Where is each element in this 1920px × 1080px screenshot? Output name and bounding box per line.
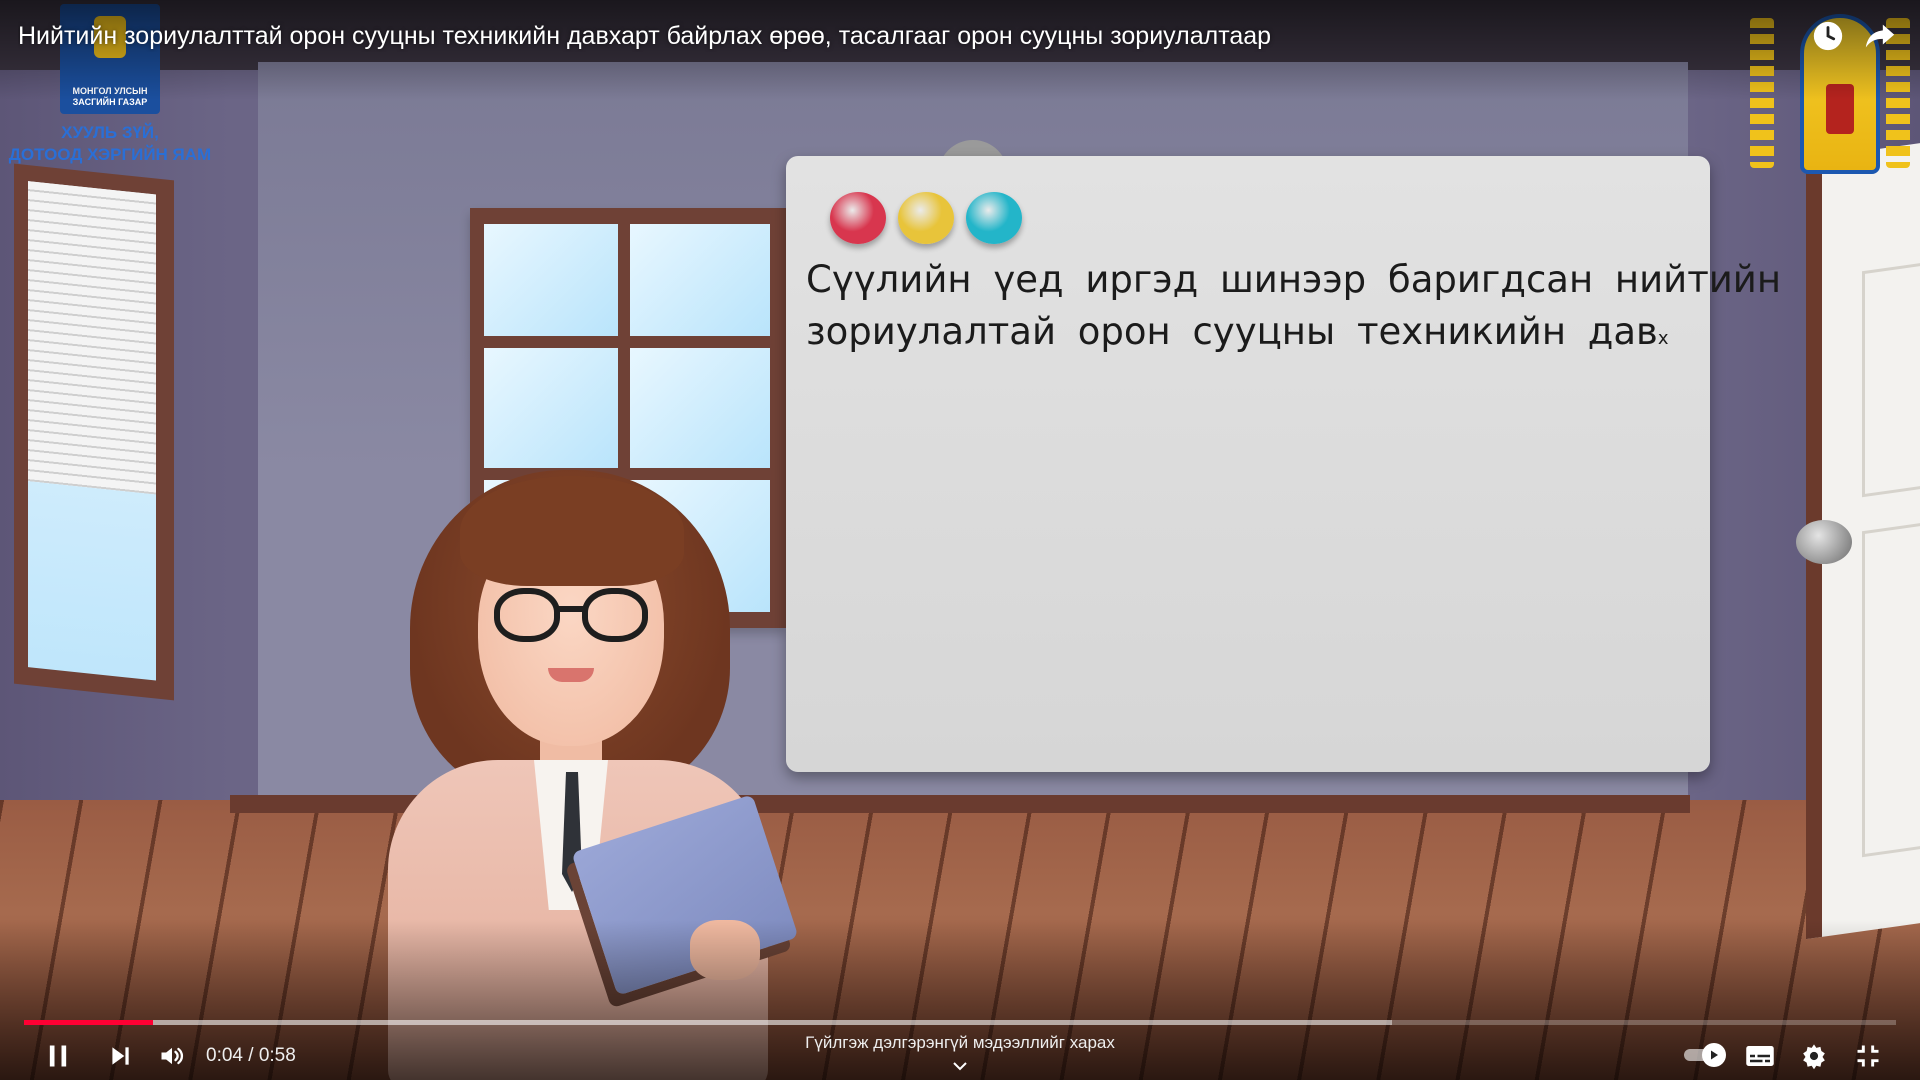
duration: 0:58 — [258, 1045, 296, 1066]
ministry-label-line-1: ХУУЛЬ ЗҮЙ, — [61, 123, 159, 142]
progress-played — [24, 1020, 154, 1025]
pin-cyan — [966, 192, 1022, 244]
video-player[interactable]: Сүүлийн үед иргэд шинээр баригдсан нийти… — [0, 0, 1920, 1080]
gear-icon — [1803, 1044, 1825, 1070]
time-separator: / — [248, 1045, 254, 1066]
door-knob — [1796, 520, 1852, 564]
next-button[interactable] — [100, 1036, 140, 1076]
typing-mark: х — [1657, 328, 1669, 349]
progress-bar[interactable] — [24, 1020, 1896, 1025]
chevron-down-icon — [953, 1062, 967, 1071]
subtitles-button[interactable] — [1740, 1036, 1780, 1076]
window-blinds — [28, 181, 156, 495]
character-bangs — [460, 476, 684, 586]
subtitles-icon — [1746, 1046, 1774, 1066]
character-glasses — [494, 588, 652, 644]
more-info-hint[interactable]: Гүйлгэж дэлгэрэнгүй мэдээллийг харах — [660, 1032, 1260, 1054]
pin-yellow — [898, 192, 954, 244]
watch-later-button[interactable] — [1806, 14, 1850, 58]
whiteboard — [786, 156, 1710, 772]
more-info-chevron[interactable] — [948, 1058, 972, 1074]
settings-button[interactable] — [1794, 1036, 1834, 1076]
clock-icon — [1813, 21, 1843, 51]
ministry-label-line-2: ДОТООД ХЭРГИЙН ЯАМ — [8, 145, 212, 164]
ministry-label: ХУУЛЬ ЗҮЙ, ДОТООД ХЭРГИЙН ЯАМ — [0, 122, 220, 166]
pause-button[interactable] — [38, 1036, 78, 1076]
whiteboard-line-2: зориулалтай орон сууцны техникийн давх — [806, 306, 1696, 365]
volume-button[interactable] — [152, 1036, 192, 1076]
whiteboard-text: Сүүлийн үед иргэд шинээр баригдсан нийти… — [806, 254, 1782, 365]
volume-icon — [161, 1047, 184, 1065]
whiteboard-line-2-text: зориулалтай орон сууцны техникийн дав — [806, 310, 1658, 353]
share-button[interactable] — [1858, 14, 1902, 58]
character-mouth — [548, 668, 594, 682]
time-display: 0:04 / 0:58 — [206, 1044, 296, 1068]
play-icon — [1711, 1050, 1718, 1060]
current-time: 0:04 — [206, 1045, 243, 1066]
exit-fullscreen-button[interactable] — [1848, 1036, 1888, 1076]
side-window — [14, 163, 174, 701]
player-controls: 0:04 / 0:58 Гүйлгэж дэлгэрэнгүй мэдээлли… — [0, 1030, 1920, 1080]
video-title[interactable]: Нийтийн зориулалттай орон сууцны техники… — [18, 20, 1718, 52]
next-icon — [112, 1047, 129, 1065]
share-icon — [1865, 24, 1895, 48]
pin-red — [830, 192, 886, 244]
whiteboard-line-1: Сүүлийн үед иргэд шинээр баригдсан нийти… — [806, 258, 1782, 301]
autoplay-toggle[interactable] — [1684, 1043, 1728, 1067]
pause-icon — [49, 1045, 67, 1067]
progress-buffered — [24, 1020, 1393, 1025]
exit-fullscreen-icon — [1857, 1045, 1879, 1067]
